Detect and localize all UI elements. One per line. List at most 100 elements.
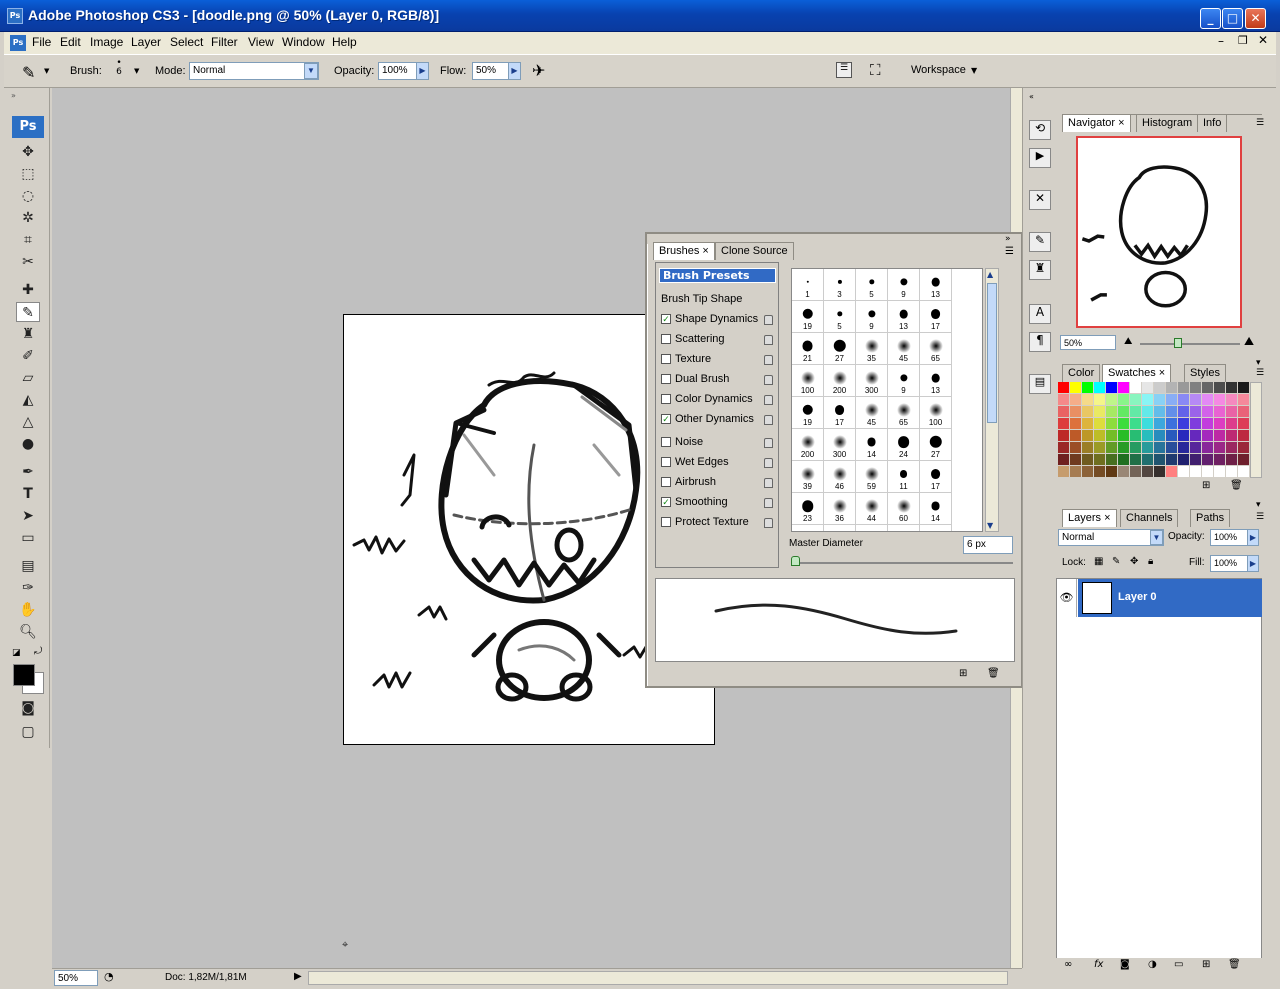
airbrush-icon[interactable]: ✈ (532, 61, 545, 80)
brush-preset[interactable]: 17 (920, 301, 952, 333)
brush-preset[interactable]: 9 (888, 365, 920, 397)
option-checkbox[interactable] (661, 437, 671, 448)
swatches-collapse-icon[interactable]: ▾ (1256, 358, 1261, 368)
color-swatch[interactable] (1166, 418, 1178, 430)
color-swatch[interactable] (1238, 466, 1250, 478)
color-swatch[interactable] (1082, 454, 1094, 466)
status-menu-arrow-icon[interactable]: ▶ (294, 971, 302, 982)
option-checkbox[interactable] (661, 477, 671, 488)
color-swatch[interactable] (1082, 406, 1094, 418)
option-checkbox[interactable] (661, 517, 671, 528)
brush-preset[interactable]: 59 (856, 461, 888, 493)
color-swatch[interactable] (1070, 406, 1082, 418)
lock-image-icon[interactable]: ✎ (1112, 556, 1120, 567)
layers-menu-icon[interactable]: ☰ (1256, 512, 1264, 522)
color-swatch[interactable] (1238, 382, 1250, 394)
tab-paths[interactable]: Paths (1190, 509, 1231, 527)
color-swatch[interactable] (1178, 382, 1190, 394)
color-swatch[interactable] (1202, 442, 1214, 454)
color-swatch[interactable] (1154, 442, 1166, 454)
color-swatch[interactable] (1094, 382, 1106, 394)
new-preset-icon[interactable]: ⊞ (959, 668, 967, 679)
color-swatch[interactable] (1058, 442, 1070, 454)
brush-preset[interactable]: 5 (856, 269, 888, 301)
brush-option-color-dynamics[interactable]: Color Dynamics (661, 393, 777, 411)
fill-input[interactable]: 100% (1210, 555, 1248, 572)
brush-preset[interactable]: 46 (824, 461, 856, 493)
color-swatch[interactable] (1190, 406, 1202, 418)
mode-chevron-down-icon[interactable]: ▼ (304, 63, 318, 79)
minimize-button[interactable]: _ (1200, 8, 1221, 29)
doc-restore-icon[interactable]: ❐ (1238, 34, 1248, 47)
color-swatch[interactable] (1154, 394, 1166, 406)
menu-image[interactable]: Image (90, 35, 123, 49)
lock-icon[interactable] (764, 415, 773, 425)
actions-panel-icon[interactable]: ▶ (1029, 148, 1051, 168)
brushes-panel-icon[interactable]: ✎ (1029, 232, 1051, 252)
brush-preset[interactable]: 24 (888, 429, 920, 461)
color-swatch[interactable] (1118, 442, 1130, 454)
scroll-up-icon[interactable]: ▲ (987, 270, 993, 279)
option-checkbox[interactable] (661, 457, 671, 468)
brush-preset[interactable]: 5 (824, 301, 856, 333)
color-swatch[interactable] (1178, 442, 1190, 454)
color-swatch[interactable] (1106, 442, 1118, 454)
color-swatch[interactable] (1202, 418, 1214, 430)
blend-chevron-down-icon[interactable]: ▼ (1150, 530, 1163, 545)
brush-preset[interactable]: 9 (856, 301, 888, 333)
tab-swatches[interactable]: Swatches × (1102, 364, 1172, 382)
option-checkbox[interactable]: ✓ (661, 414, 671, 425)
color-swatch[interactable] (1094, 406, 1106, 418)
brush-preset[interactable]: 13 (920, 365, 952, 397)
brush-option-smoothing[interactable]: ✓ Smoothing (661, 496, 777, 514)
brush-preset[interactable]: 60 (888, 493, 920, 525)
brush-preset-grid[interactable]: 1 3 5 9 13 19 5 9 13 17 21 27 35 45 65 100 200 300 9 13 19 17… (791, 268, 983, 532)
brush-option-airbrush[interactable]: Airbrush (661, 476, 777, 494)
lock-icon[interactable] (764, 375, 773, 385)
new-group-icon[interactable]: ▭ (1174, 959, 1183, 970)
color-swatch[interactable] (1154, 454, 1166, 466)
brush-grid-scrollbar[interactable]: ▼ ▲ (985, 268, 999, 532)
color-swatch[interactable] (1082, 442, 1094, 454)
brush-preset[interactable]: 9 (888, 269, 920, 301)
brush-preset[interactable]: 55 (888, 525, 920, 531)
color-swatch[interactable] (1142, 466, 1154, 478)
color-swatch[interactable] (1118, 466, 1130, 478)
menu-select[interactable]: Select (170, 35, 203, 49)
color-swatch[interactable] (1166, 394, 1178, 406)
brush-size-picker[interactable]: • 6 (112, 59, 126, 78)
menu-filter[interactable]: Filter (211, 35, 238, 49)
tab-close-icon[interactable]: × (1104, 512, 1110, 524)
brush-preset[interactable]: 35 (856, 333, 888, 365)
layer-opacity-input[interactable]: 100% (1210, 529, 1248, 546)
default-colors-icon[interactable]: ◪ (12, 648, 21, 658)
tab-styles[interactable]: Styles (1184, 364, 1226, 382)
color-swatch[interactable] (1142, 406, 1154, 418)
color-swatch[interactable] (1166, 430, 1178, 442)
master-diameter-input[interactable]: 6 px (963, 536, 1013, 554)
navigator-menu-icon[interactable]: ☰ (1256, 118, 1264, 128)
color-swatch[interactable] (1238, 430, 1250, 442)
master-diameter-slider-thumb[interactable] (791, 556, 800, 566)
color-swatch[interactable] (1154, 466, 1166, 478)
mode-select[interactable]: Normal ▼ (189, 62, 319, 80)
brush-option-wet-edges[interactable]: Wet Edges (661, 456, 777, 474)
clone-stamp-tool-icon[interactable]: ♜ (16, 324, 40, 344)
layer-mask-icon[interactable]: ◙ (1120, 959, 1130, 970)
path-selection-tool-icon[interactable]: ➤ (16, 506, 40, 526)
color-swatch[interactable] (1226, 442, 1238, 454)
lock-icon[interactable] (764, 355, 773, 365)
delete-preset-icon[interactable]: 🗑︎ (987, 668, 1000, 679)
color-swatch[interactable] (1070, 382, 1082, 394)
toolbox-collapse-icon[interactable]: » (11, 91, 16, 100)
delete-swatch-icon[interactable]: 🗑︎ (1230, 480, 1243, 491)
lasso-tool-icon[interactable]: ◌ (16, 186, 40, 206)
color-swatch[interactable] (1214, 394, 1226, 406)
color-swatch[interactable] (1094, 430, 1106, 442)
brush-preset[interactable]: 33 (824, 525, 856, 531)
link-layers-icon[interactable]: ∞ (1064, 959, 1072, 970)
color-swatch[interactable] (1058, 430, 1070, 442)
character-panel-icon[interactable]: A (1029, 304, 1051, 324)
color-swatch[interactable] (1106, 454, 1118, 466)
doc-minimize-icon[interactable]: – (1218, 34, 1224, 48)
